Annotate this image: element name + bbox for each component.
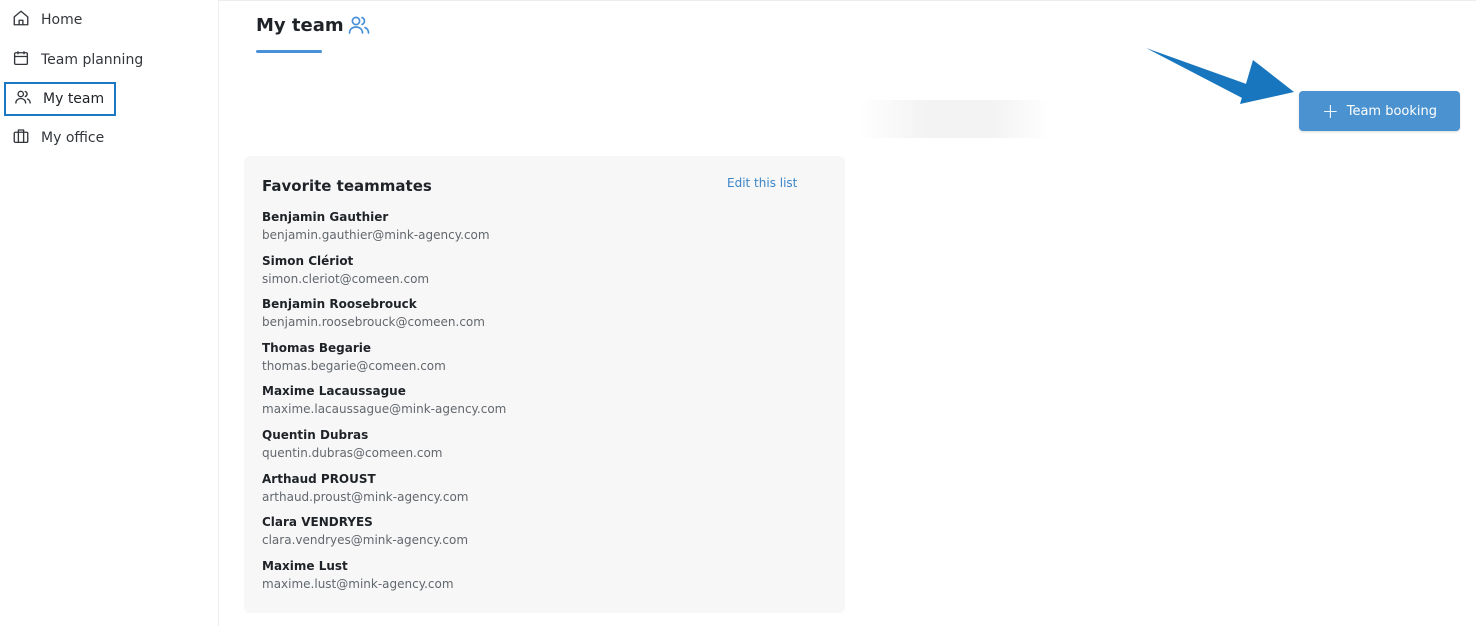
teammate-email: arthaud.proust@mink-agency.com [262,489,469,504]
faded-placeholder [858,100,1050,138]
sidebar-item-label: Team planning [41,52,144,68]
teammate-name: Maxime Lust [262,558,348,573]
sidebar-item-label: My team [43,91,105,107]
teammate-email: quentin.dubras@comeen.com [262,445,443,460]
teammate-name: Benjamin Gauthier [262,210,389,224]
plus-icon: + [1321,99,1339,123]
sidebar: Home Team planning My team My office [0,0,219,626]
sidebar-item-my-team[interactable]: My team [4,82,116,116]
list-item: Benjamin Gauthier benjamin.gauthier@mink… [262,208,822,252]
sidebar-item-label: Home [41,12,83,28]
teammate-email: maxime.lacaussague@mink-agency.com [262,402,507,417]
teammate-email: simon.cleriot@comeen.com [262,271,430,286]
sidebar-item-label: My office [41,130,105,146]
list-item: Thomas Begarie thomas.begarie@comeen.com [262,339,822,383]
teammate-name: Clara VENDRYES [262,515,373,530]
team-booking-button[interactable]: + Team booking [1299,91,1460,131]
teammate-email: maxime.lust@mink-agency.com [262,576,454,591]
favorite-teammates-card: Favorite teammates Edit this list Benjam… [244,156,845,613]
teammate-email: clara.vendryes@mink-agency.com [262,533,469,548]
teammate-email: thomas.begarie@comeen.com [262,358,446,373]
sidebar-item-team-planning[interactable]: Team planning [4,43,164,77]
teammate-name: Maxime Lacaussague [262,384,406,399]
list-item: Arthaud PROUST arthaud.proust@mink-agenc… [262,470,822,514]
list-item: Simon Clériot simon.cleriot@comeen.com [262,252,822,296]
edit-list-link[interactable]: Edit this list [727,176,797,190]
top-divider [219,0,1476,1]
list-item: Benjamin Roosebrouck benjamin.roosebrouc… [262,295,822,339]
teammate-name: Thomas Begarie [262,340,372,355]
users-icon [14,88,32,110]
list-item: Maxime Lust maxime.lust@mink-agency.com [262,557,822,601]
sidebar-item-my-office[interactable]: My office [4,121,116,155]
teammate-email: benjamin.roosebrouck@comeen.com [262,315,485,330]
teammate-name: Quentin Dubras [262,427,369,442]
teammate-list: Benjamin Gauthier benjamin.gauthier@mink… [262,208,822,600]
sidebar-item-home[interactable]: Home [4,3,116,37]
app-window: Home Team planning My team My office My … [0,0,1476,626]
team-booking-label: Team booking [1346,103,1438,119]
home-icon [12,9,30,31]
pointer-arrow-icon [1146,48,1294,104]
card-title: Favorite teammates [262,177,432,195]
teammate-name: Arthaud PROUST [262,471,376,486]
page-title: My team [256,15,344,36]
teammate-name: Benjamin Roosebrouck [262,297,417,312]
teammate-name: Simon Clériot [262,253,354,268]
users-icon [347,14,371,36]
calendar-icon [12,49,30,71]
briefcase-icon [12,127,30,149]
list-item: Maxime Lacaussague maxime.lacaussague@mi… [262,382,822,426]
active-tab-underline [256,50,322,53]
teammate-email: benjamin.gauthier@mink-agency.com [262,228,490,242]
list-item: Quentin Dubras quentin.dubras@comeen.com [262,426,822,470]
list-item: Clara VENDRYES clara.vendryes@mink-agenc… [262,513,822,557]
